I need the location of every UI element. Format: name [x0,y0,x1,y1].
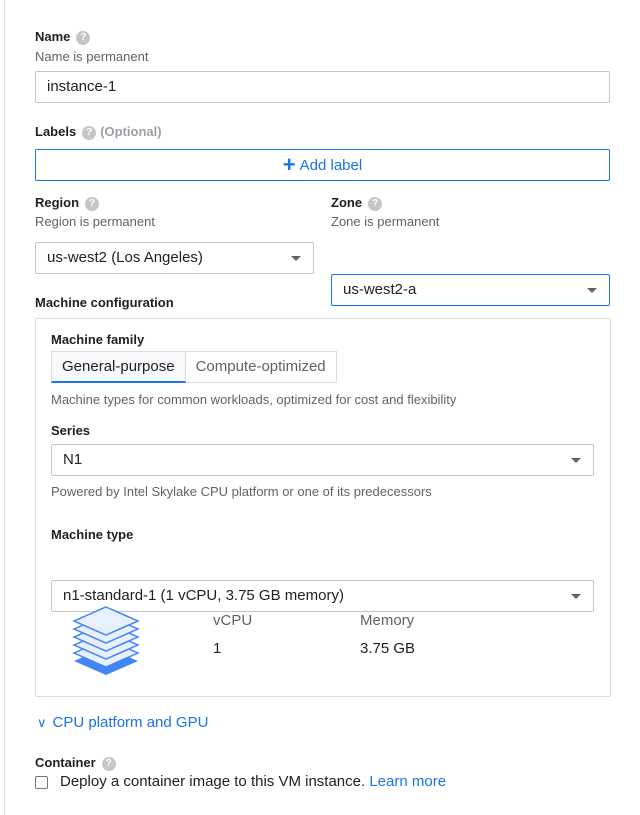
labels-label: Labels [35,124,77,139]
zone-value: us-west2-a [343,281,417,298]
memory-value: 3.75 GB [360,640,416,657]
labels-label-row: Labels? (Optional) [35,124,162,140]
deploy-container-text: Deploy a container image to this VM inst… [60,773,366,790]
chevron-down-icon [571,594,581,599]
container-label: Container [35,755,96,770]
name-label: Name [35,29,71,44]
help-icon[interactable]: ? [85,197,100,211]
machine-family-description: Machine types for common workloads, opti… [51,392,457,407]
machine-family-tabs: General-purpose Compute-optimized [51,351,337,383]
help-icon[interactable]: ? [101,757,116,771]
machine-type-label: Machine type [51,527,134,542]
cpu-gpu-expander[interactable]: ∨ CPU platform and GPU [37,714,208,731]
learn-more-link[interactable]: Learn more [369,773,446,790]
name-input[interactable]: instance-1 [35,71,610,103]
chevron-double-down-icon: ∨ [37,715,47,730]
series-description: Powered by Intel Skylake CPU platform or… [51,484,432,499]
region-label-row: Region? [35,195,100,211]
cpu-gpu-link-text: CPU platform and GPU [52,714,209,731]
series-value: N1 [63,451,83,468]
machine-family-label: Machine family [51,332,145,347]
tab-general-purpose[interactable]: General-purpose [51,351,186,383]
plus-icon: + [282,152,296,177]
memory-header: Memory [360,612,415,629]
chevron-down-icon [291,256,301,261]
left-divider [4,0,5,815]
name-hint: Name is permanent [35,49,149,64]
zone-label: Zone [331,195,363,210]
series-select[interactable]: N1 [51,444,594,476]
zone-select[interactable]: us-west2-a [331,274,610,306]
deploy-container-checkbox[interactable] [35,776,48,789]
name-label-row: Name? [35,29,91,45]
vcpu-header: vCPU [213,612,253,629]
vcpu-value: 1 [213,640,222,657]
add-label-button[interactable]: + Add label [35,149,610,181]
help-icon[interactable]: ? [82,126,97,140]
optional-tag: (Optional) [100,124,162,139]
zone-hint: Zone is permanent [331,214,440,229]
add-label-text: Add label [299,157,363,174]
region-label: Region [35,195,80,210]
help-icon[interactable]: ? [76,31,91,45]
machine-config-label: Machine configuration [35,295,174,310]
zone-label-row: Zone? [331,195,383,211]
tab-compute-optimized[interactable]: Compute-optimized [185,351,337,383]
chevron-down-icon [571,458,581,463]
series-label: Series [51,423,91,438]
machine-config-card: Machine family General-purpose Compute-o… [35,318,611,697]
chevron-down-icon [587,288,597,293]
machine-stack-icon [66,595,146,680]
container-checkbox-row: Deploy a container image to this VM inst… [60,773,446,790]
region-value: us-west2 (Los Angeles) [47,249,203,266]
container-label-row: Container? [35,755,116,771]
region-select[interactable]: us-west2 (Los Angeles) [35,242,314,274]
help-icon[interactable]: ? [368,197,383,211]
region-hint: Region is permanent [35,214,155,229]
